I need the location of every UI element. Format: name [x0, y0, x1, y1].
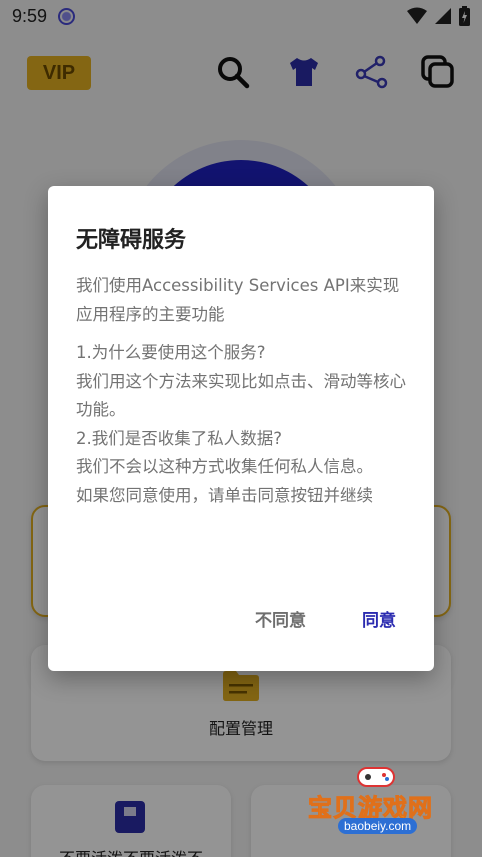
gamepad-icon: [357, 767, 395, 787]
accessibility-dialog: 无障碍服务 我们使用Accessibility Services API来实现应…: [48, 186, 434, 671]
dialog-title: 无障碍服务: [76, 228, 187, 253]
dialog-intro: 我们使用Accessibility Services API来实现应用程序的主要…: [76, 276, 400, 324]
dialog-body: 我们使用Accessibility Services API来实现应用程序的主要…: [76, 272, 412, 510]
watermark-sub: baobeiy.com: [338, 818, 418, 834]
watermark: 宝贝游戏网 baobeiy.com: [302, 762, 452, 852]
dialog-question-1: 1.为什么要使用这个服务?: [76, 343, 266, 362]
agree-button[interactable]: 同意: [362, 606, 396, 631]
dialog-answer-1: 我们用这个方法来实现比如点击、滑动等核心功能。: [76, 371, 406, 420]
disagree-button[interactable]: 不同意: [255, 606, 306, 631]
dialog-answer-2: 我们不会以这种方式收集任何私人信息。: [76, 457, 373, 476]
dialog-question-2: 2.我们是否收集了私人数据?: [76, 428, 283, 448]
dialog-consent: 如果您同意使用，请单击同意按钮并继续: [76, 485, 373, 505]
